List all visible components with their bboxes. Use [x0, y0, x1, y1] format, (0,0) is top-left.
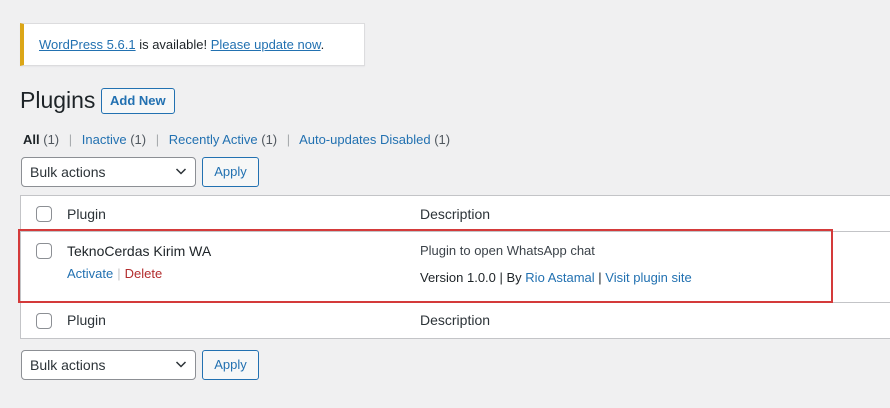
chevron-down-icon [175, 361, 187, 368]
column-description-footer: Description [420, 312, 491, 328]
page-title: Plugins [20, 87, 96, 113]
action-divider: | [117, 266, 121, 281]
table-footer: Plugin Description [21, 302, 890, 338]
bulk-actions-select-bottom[interactable]: Bulk actions [21, 350, 196, 380]
filter-all[interactable]: All [23, 132, 40, 147]
update-notice: WordPress 5.6.1 is available! Please upd… [20, 23, 365, 66]
plugin-checkbox[interactable] [36, 243, 52, 259]
add-new-button[interactable]: Add New [101, 88, 175, 114]
filter-inactive-count: (1) [130, 132, 147, 147]
plugin-version: Version 1.0.0 [420, 270, 496, 285]
update-now-link[interactable]: Please update now [211, 37, 321, 52]
apply-button-top[interactable]: Apply [202, 157, 259, 187]
filter-auto-updates-disabled-count: (1) [434, 132, 451, 147]
select-all-checkbox-bottom[interactable] [36, 313, 52, 329]
filter-auto-updates-disabled[interactable]: Auto-updates Disabled [299, 132, 431, 147]
select-all-checkbox[interactable] [36, 206, 52, 222]
apply-button-bottom[interactable]: Apply [202, 350, 259, 380]
filter-recently-active[interactable]: Recently Active [169, 132, 258, 147]
notice-end: . [320, 37, 325, 52]
wordpress-version-link[interactable]: WordPress 5.6.1 [39, 37, 136, 52]
filter-separator: | [155, 132, 160, 147]
delete-link[interactable]: Delete [125, 266, 163, 281]
activate-link[interactable]: Activate [67, 266, 113, 281]
column-plugin: Plugin [67, 206, 106, 222]
filter-separator: | [68, 132, 73, 147]
filter-inactive[interactable]: Inactive [82, 132, 127, 147]
plugin-meta: Version 1.0.0 | By Rio Astamal | Visit p… [420, 270, 692, 285]
plugins-table: Plugin Description TeknoCerdas Kirim WA … [20, 195, 890, 339]
filter-separator: | [286, 132, 291, 147]
chevron-down-icon [175, 168, 187, 175]
row-actions: Activate | Delete [67, 266, 162, 281]
by-label: By [506, 270, 522, 285]
filter-all-count: (1) [43, 132, 60, 147]
plugin-name: TeknoCerdas Kirim WA [67, 243, 212, 259]
visit-plugin-site-link[interactable]: Visit plugin site [605, 270, 691, 285]
bulk-actions-select-top[interactable]: Bulk actions [21, 157, 196, 187]
filter-recently-active-count: (1) [261, 132, 278, 147]
bulk-actions-select-label: Bulk actions [30, 164, 106, 180]
table-row: TeknoCerdas Kirim WA Activate | Delete Plu… [21, 232, 890, 302]
column-description: Description [420, 206, 491, 222]
column-plugin-footer: Plugin [67, 312, 106, 328]
author-link[interactable]: Rio Astamal [525, 270, 594, 285]
table-header: Plugin Description [21, 196, 890, 232]
notice-text: is available! [135, 37, 211, 52]
plugin-description: Plugin to open WhatsApp chat [420, 243, 595, 258]
plugin-status-filters: All (1) | Inactive (1) | Recently Active… [23, 132, 450, 147]
bulk-actions-select-label: Bulk actions [30, 357, 106, 373]
